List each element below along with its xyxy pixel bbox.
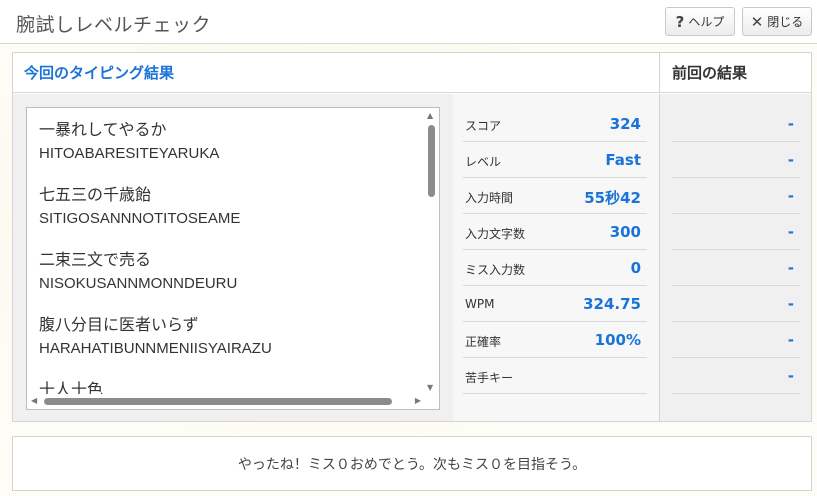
current-results-header: 今回のタイピング結果 [13, 53, 659, 93]
previous-stats: - - - - - - - - [659, 94, 811, 421]
stat-value: 324.75 [583, 295, 641, 313]
previous-stat-row: - [672, 286, 800, 322]
stat-row: 正確率 100% [463, 322, 647, 358]
list-item: 七五三の千歳飴 SITIGOSANNNOTITOSEAME [39, 183, 419, 248]
stat-label: WPM [465, 297, 495, 311]
previous-stat-value: - [787, 295, 794, 313]
stat-value: 0 [630, 259, 641, 277]
previous-stat-row: - [672, 178, 800, 214]
results-panel: 今回のタイピング結果 前回の結果 一暴れしてやるか HITOABARESITEYA… [12, 52, 812, 422]
question-icon: ? [675, 12, 685, 31]
stat-value: 324 [609, 115, 641, 133]
vertical-scroll-thumb[interactable] [428, 125, 435, 197]
stat-label: 入力時間 [465, 191, 514, 205]
word-japanese: 腹八分目に医者いらず [39, 315, 199, 334]
close-label: 閉じる [767, 15, 804, 29]
previous-stat-value: - [787, 331, 794, 349]
stat-row: 入力文字数 300 [463, 214, 647, 250]
previous-stat-row: - [672, 322, 800, 358]
word-romaji: HITOABARESITEYARUKA [39, 145, 220, 162]
previous-stat-row: - [672, 106, 800, 142]
word-list-area: 一暴れしてやるか HITOABARESITEYARUKA 七五三の千歳飴 SITIGO… [13, 94, 453, 421]
list-item: 一暴れしてやるか HITOABARESITEYARUKA [39, 118, 419, 183]
word-japanese: 二束三文で売る [39, 250, 152, 269]
word-list-content: 一暴れしてやるか HITOABARESITEYARUKA 七五三の千歳飴 SITIGO… [39, 118, 419, 409]
previous-stat-value: - [787, 187, 794, 205]
page-title: 腕試しレベルチェック [16, 14, 212, 36]
previous-stat-row: - [672, 250, 800, 286]
previous-stat-value: - [787, 151, 794, 169]
previous-stat-value: - [787, 367, 794, 385]
stat-row: 入力時間 55秒42 [463, 178, 647, 214]
scrollbar-corner [424, 394, 439, 409]
header-bar: 腕試しレベルチェック ? ヘルプ ✕ 閉じる [0, 0, 817, 44]
current-stats: スコア 324 レベル Fast 入力時間 55秒42 入力文字数 300 ミス入力数 0 WPM 3… [453, 94, 659, 421]
stat-label: 入力文字数 [465, 227, 526, 241]
stat-label: レベル [465, 155, 502, 169]
stat-label: スコア [465, 119, 502, 133]
stat-value: 100% [594, 331, 641, 349]
stat-row: WPM 324.75 [463, 286, 647, 322]
stat-row: スコア 324 [463, 106, 647, 142]
previous-stat-value: - [787, 259, 794, 277]
stat-label: ミス入力数 [465, 263, 526, 277]
previous-stat-value: - [787, 223, 794, 241]
help-label: ヘルプ [688, 15, 725, 29]
stat-value: 55秒42 [584, 189, 641, 207]
close-button[interactable]: ✕ 閉じる [742, 7, 812, 36]
previous-results-header: 前回の結果 [659, 53, 811, 93]
close-icon: ✕ [750, 12, 764, 31]
scroll-up-icon[interactable]: ▲ [427, 111, 433, 120]
stat-label: 苦手キー [465, 371, 514, 385]
word-japanese: 七五三の千歳飴 [39, 185, 152, 204]
previous-stat-row: - [672, 358, 800, 394]
help-button[interactable]: ? ヘルプ [665, 7, 735, 36]
current-results-heading: 今回のタイピング結果 [24, 64, 175, 82]
scroll-down-icon[interactable]: ▼ [427, 383, 433, 392]
word-list[interactable]: 一暴れしてやるか HITOABARESITEYARUKA 七五三の千歳飴 SITIGO… [26, 107, 440, 410]
previous-results-heading: 前回の結果 [672, 64, 748, 82]
previous-stat-row: - [672, 214, 800, 250]
stat-label: 正確率 [465, 335, 502, 349]
word-romaji: SITIGOSANNNOTITOSEAME [39, 210, 241, 227]
stat-value: 300 [609, 223, 641, 241]
scroll-right-icon[interactable]: ▶ [415, 396, 421, 405]
list-item: 二束三文で売る NISOKUSANNMONNDEURU [39, 248, 419, 313]
word-japanese: 一暴れしてやるか [39, 120, 167, 139]
horizontal-scroll-thumb[interactable] [44, 398, 392, 405]
stat-row: ミス入力数 0 [463, 250, 647, 286]
stat-row: レベル Fast [463, 142, 647, 178]
scroll-left-icon[interactable]: ◀ [31, 396, 37, 405]
stat-value: Fast [605, 151, 641, 169]
word-romaji: NISOKUSANNMONNDEURU [39, 275, 238, 292]
list-item: 腹八分目に医者いらず HARAHATIBUNNMENIISYAIRAZU [39, 313, 419, 378]
word-romaji: HARAHATIBUNNMENIISYAIRAZU [39, 340, 272, 357]
vertical-scrollbar[interactable]: ▲ ▼ [424, 108, 439, 395]
result-message: やったね！ミス０おめでとう。次もミス０を目指そう。 [12, 436, 812, 491]
previous-stat-row: - [672, 142, 800, 178]
previous-stat-value: - [787, 115, 794, 133]
horizontal-scrollbar[interactable]: ◀ ▶ [27, 394, 427, 409]
stat-row: 苦手キー [463, 358, 647, 394]
